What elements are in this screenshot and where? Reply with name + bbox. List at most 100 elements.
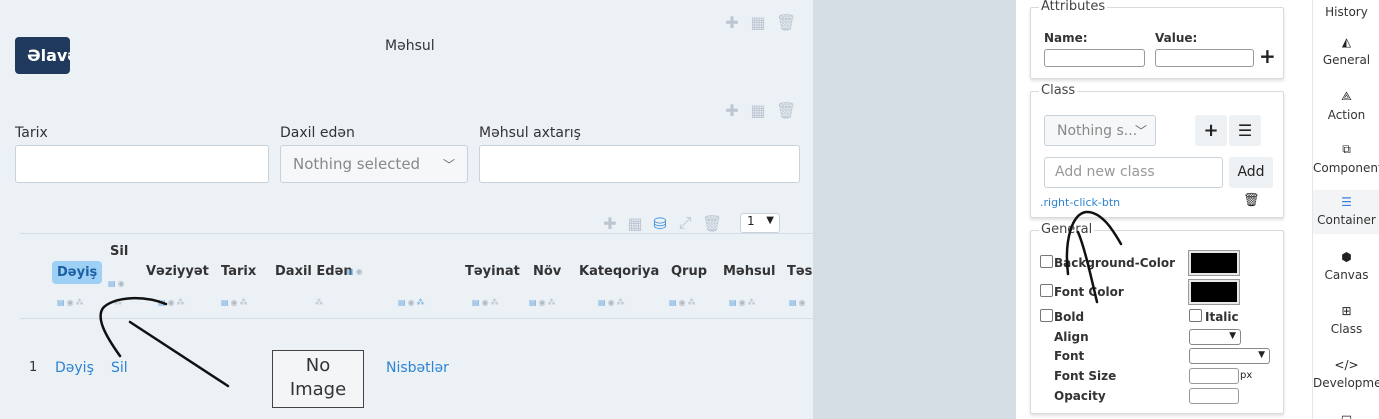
filter-toolbar: ✚ ▦ 🗑 <box>724 101 796 120</box>
plus-icon[interactable]: ✚ <box>602 214 618 233</box>
components-icon: ⧉ <box>1342 142 1351 156</box>
column-tools[interactable]: ▤◉⁂ <box>398 298 427 307</box>
italic-checkbox[interactable] <box>1189 309 1202 322</box>
trash-icon[interactable]: 🗑 <box>1243 193 1260 208</box>
plus-icon[interactable]: ✚ <box>724 13 740 32</box>
column-tools[interactable]: ⁂ <box>114 298 124 307</box>
sidebar-item-canvas[interactable]: ⬢ Canvas <box>1313 250 1379 290</box>
new-class-input[interactable]: Add new class <box>1044 157 1223 188</box>
class-item[interactable]: .right-click-btn <box>1040 196 1120 209</box>
column-header-group[interactable]: Qrup <box>671 264 707 279</box>
chevron-down-icon: ▼ <box>1258 350 1265 360</box>
sidebar-item-label: Development <box>1313 376 1379 390</box>
class-icon: ⊞ <box>1341 304 1352 318</box>
column-tools[interactable]: ▤◉⁂ <box>57 298 86 307</box>
sidebar-item-label: General <box>1322 53 1371 67</box>
column-header-status[interactable]: Vəziyyət <box>146 264 209 279</box>
table-icon[interactable]: ▦ <box>627 214 643 233</box>
font-color-checkbox[interactable] <box>1040 284 1053 297</box>
column-tools[interactable]: ▤◉ <box>789 298 808 307</box>
product-search-label: Məhsul axtarış <box>479 125 581 141</box>
sidebar-item-general[interactable]: ◭ General <box>1313 35 1379 75</box>
sidebar-item-label: Class <box>1330 322 1363 336</box>
edit-link[interactable]: Dəyiş <box>55 360 94 376</box>
font-select[interactable]: ▼ <box>1189 348 1270 364</box>
sidebar-item-container[interactable]: ☰ Container <box>1313 190 1379 234</box>
column-header-edit[interactable]: Dəyiş <box>52 261 103 284</box>
trash-icon[interactable]: 🗑 <box>776 13 796 32</box>
container-icon: ☰ <box>1341 195 1352 209</box>
entered-by-select[interactable]: Nothing selected ﹀ <box>280 145 468 183</box>
sidebar-item-more[interactable]: ▭ <box>1313 410 1379 419</box>
page-title: Məhsul <box>385 38 435 54</box>
class-select[interactable]: Nothing s... ﹀ <box>1044 115 1156 146</box>
sidebar-item-action[interactable]: ⟁ Action <box>1313 89 1379 129</box>
table-icon[interactable]: ▦ <box>750 13 766 32</box>
bold-checkbox[interactable] <box>1040 309 1053 322</box>
align-select[interactable]: ▼ <box>1189 329 1241 345</box>
general-group: General Background-Color Font Color Bold… <box>1030 222 1284 414</box>
column-header-product[interactable]: Məhsul <box>723 264 775 279</box>
relations-link[interactable]: Nisbətlər <box>386 360 449 376</box>
background-color-checkbox[interactable] <box>1040 255 1053 268</box>
product-search-input[interactable] <box>479 145 800 183</box>
column-header-entered-by[interactable]: Daxil Edən <box>275 264 353 279</box>
sidebar-item-label: Canvas <box>1324 268 1369 282</box>
column-tools[interactable]: ▤◉ <box>346 267 365 276</box>
column-header-purpose[interactable]: Təyinat <box>465 264 520 279</box>
add-class-icon[interactable]: + <box>1195 115 1227 146</box>
background-color-swatch[interactable] <box>1188 250 1240 276</box>
column-header-more[interactable]: Təs <box>787 264 812 279</box>
column-header-category[interactable]: Kateqoriya <box>579 264 659 279</box>
column-tools[interactable]: ▤◉⁂ <box>729 298 758 307</box>
table-icon[interactable]: ▦ <box>750 101 766 120</box>
trash-icon[interactable]: 🗑 <box>776 101 796 120</box>
column-tools[interactable]: ▤◉⁂ <box>598 298 627 307</box>
add-class-button[interactable]: Add <box>1229 157 1273 188</box>
column-tools[interactable]: ▤◉⁂ <box>529 298 558 307</box>
design-canvas[interactable]: ✚ ▦ 🗑 Əlavə Məhsul ✚ ▦ 🗑 Tarix Daxil edə… <box>0 0 813 419</box>
add-button[interactable]: Əlavə <box>15 37 70 74</box>
inbox-icon[interactable]: ⛁ <box>652 214 668 233</box>
bookmark-icon: ▭ <box>1340 410 1353 419</box>
sidebar-item-components[interactable]: ⧉ Components <box>1313 142 1379 182</box>
no-image-placeholder: No Image <box>272 350 364 408</box>
font-size-label: Font Size <box>1054 369 1117 383</box>
font-size-input[interactable] <box>1189 368 1239 384</box>
sidebar-item-label: Components <box>1313 161 1379 175</box>
attribute-value-input[interactable] <box>1155 49 1254 67</box>
class-select-value: Nothing s... <box>1057 122 1138 139</box>
sidebar-item-label: Container <box>1317 213 1376 227</box>
column-tools[interactable]: ▤◉ <box>108 279 127 288</box>
properties-panel: Attributes Name: Value: + Class Nothing … <box>1016 0 1296 419</box>
chevron-down-icon: ﹀ <box>1134 124 1147 138</box>
opacity-input[interactable] <box>1189 388 1239 404</box>
background-color-label: Background-Color <box>1054 256 1176 270</box>
column-tools[interactable]: ▤◉⁂ <box>669 298 698 307</box>
sidebar-item-class[interactable]: ⊞ Class <box>1313 304 1379 344</box>
date-input[interactable] <box>15 145 269 183</box>
delete-link[interactable]: Sil <box>111 360 128 376</box>
attribute-name-input[interactable] <box>1044 49 1145 67</box>
column-header-type[interactable]: Növ <box>533 264 561 279</box>
column-tools[interactable]: ▤◉⁂ <box>221 298 250 307</box>
column-tools[interactable]: ▤◉⁂ <box>472 298 501 307</box>
menu-icon[interactable]: ☰ <box>1229 115 1261 146</box>
add-attribute-icon[interactable]: + <box>1259 44 1276 68</box>
sidebar-item-history[interactable]: History <box>1313 5 1379 27</box>
canvas-icon: ⬢ <box>1341 250 1352 264</box>
sidebar-item-development[interactable]: </> Development <box>1313 358 1379 398</box>
class-title: Class <box>1039 83 1078 98</box>
plus-icon[interactable]: ✚ <box>724 101 740 120</box>
trash-icon[interactable]: 🗑 <box>702 214 722 233</box>
column-header-delete[interactable]: Sil <box>110 244 128 259</box>
column-header-date[interactable]: Tarix <box>221 264 256 279</box>
date-label: Tarix <box>15 125 48 141</box>
page-size-select[interactable]: 1 ▼ <box>740 213 780 233</box>
font-color-swatch[interactable] <box>1188 279 1240 305</box>
grid-toolbar: ✚ ▦ ⛁ ⤢ 🗑 <box>602 213 722 233</box>
panel-gutter <box>813 0 1016 419</box>
column-tools[interactable]: ▤◉⁂ <box>158 298 187 307</box>
expand-icon[interactable]: ⤢ <box>677 213 693 233</box>
column-tools[interactable]: ⁂ <box>315 298 325 307</box>
